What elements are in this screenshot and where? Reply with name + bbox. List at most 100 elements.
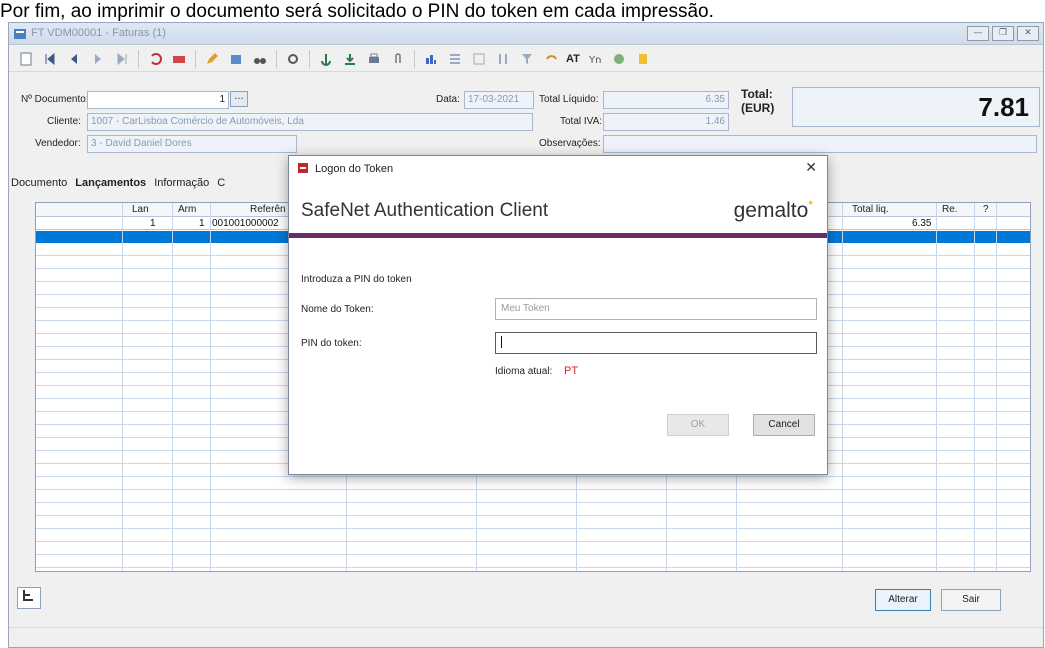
token-name-field[interactable]: Meu Token	[495, 298, 817, 320]
client-field[interactable]: 1007 - CarLisboa Comércio de Automóveis,…	[87, 113, 533, 131]
token-logon-dialog: Logon do Token ✕ SafeNet Authentication …	[288, 155, 828, 475]
col-total-liq[interactable]: Total liq.	[852, 203, 889, 217]
total-value: 7.81	[978, 92, 1029, 122]
tab-lancamentos[interactable]: Lançamentos	[75, 175, 146, 191]
doc-number-field[interactable]: 1	[87, 91, 229, 109]
safenet-icon	[297, 162, 309, 177]
tree-view-icon[interactable]	[17, 587, 41, 609]
brand-text: gemalto	[733, 199, 809, 222]
cell-lan: 1	[150, 218, 156, 229]
chart-icon[interactable]	[420, 49, 442, 69]
cell-arm: 1	[199, 218, 205, 229]
export-icon[interactable]	[225, 49, 247, 69]
download-icon[interactable]	[339, 49, 361, 69]
status-bar	[9, 627, 1043, 647]
grid-col-divider	[122, 203, 123, 571]
total-currency: (EUR)	[741, 101, 775, 115]
alterar-button[interactable]: Alterar	[875, 589, 931, 611]
cancel-button[interactable]: Cancel	[753, 414, 815, 436]
cell-total-liq: 6.35	[912, 218, 932, 229]
col-q[interactable]: ?	[983, 203, 989, 217]
grid-icon[interactable]	[468, 49, 490, 69]
gemalto-logo: gemalto*	[734, 198, 813, 223]
ok-button[interactable]: OK	[667, 414, 729, 436]
pin-input[interactable]	[495, 332, 817, 354]
doc-number-label: Nº Documento:	[21, 94, 89, 105]
date-label: Data:	[436, 94, 460, 105]
columns-icon[interactable]	[492, 49, 514, 69]
window-titlebar: FT VDM00001 - Faturas (1) — ❐ ✕	[9, 23, 1043, 45]
toolbar-separator	[276, 49, 277, 68]
grid-col-divider	[842, 203, 843, 571]
previous-record-icon[interactable]	[63, 49, 85, 69]
undo-icon[interactable]	[144, 49, 166, 69]
dialog-header: SafeNet Authentication Client gemalto*	[289, 192, 827, 230]
at-menu[interactable]: AT	[564, 53, 582, 65]
tab-c[interactable]: C	[217, 175, 225, 191]
tab-documento[interactable]: Documento	[11, 175, 67, 191]
print-icon[interactable]	[363, 49, 385, 69]
seller-field[interactable]: 3 - David Daniel Dores	[87, 135, 297, 153]
payment-icon[interactable]	[168, 49, 190, 69]
dialog-close-icon[interactable]: ✕	[805, 160, 817, 176]
grid-col-divider	[936, 203, 937, 571]
dialog-title: Logon do Token	[315, 163, 394, 175]
total-label: Total: (EUR)	[741, 87, 791, 115]
tab-informacao[interactable]: Informação	[154, 175, 209, 191]
language-value[interactable]: PT	[564, 365, 578, 377]
grid-col-divider	[974, 203, 975, 571]
total-title: Total:	[741, 87, 773, 101]
minimize-button[interactable]: —	[967, 26, 989, 41]
window-title: FT VDM00001 - Faturas (1)	[31, 27, 166, 39]
doc-number-lookup-button[interactable]: ...	[230, 91, 248, 107]
attach-icon[interactable]	[387, 49, 409, 69]
total-iva-label: Total IVA:	[560, 116, 603, 127]
edit-icon[interactable]	[201, 49, 223, 69]
cell-ref: 001001000002	[212, 218, 279, 229]
highlight-icon[interactable]	[632, 49, 654, 69]
main-toolbar: AT Yn	[9, 46, 1043, 72]
tab-bar: Documento Lançamentos Informação C	[11, 175, 225, 191]
col-lan[interactable]: Lan	[132, 203, 149, 217]
grid-col-divider	[996, 203, 997, 571]
total-iva-field: 1.46	[603, 113, 729, 131]
total-liquid-field: 6.35	[603, 91, 729, 109]
grid-col-divider	[210, 203, 211, 571]
dialog-accent-bar	[289, 233, 827, 238]
close-button[interactable]: ✕	[1017, 26, 1039, 41]
pin-label: PIN do token:	[301, 338, 362, 349]
app-icon	[14, 29, 26, 39]
caption-text: Por fim, ao imprimir o documento será so…	[0, 1, 714, 22]
translate-icon[interactable]: Yn	[584, 49, 606, 69]
filter-icon[interactable]	[516, 49, 538, 69]
last-record-icon[interactable]	[111, 49, 133, 69]
anchor-icon[interactable]	[315, 49, 337, 69]
dialog-header-text: SafeNet Authentication Client	[301, 200, 549, 221]
seller-label: Vendedor:	[35, 138, 81, 149]
grid-col-divider	[172, 203, 173, 571]
undo-arrow-icon[interactable]	[540, 49, 562, 69]
toolbar-separator	[138, 49, 139, 68]
notes-field[interactable]	[603, 135, 1037, 153]
globe-icon[interactable]	[608, 49, 630, 69]
first-record-icon[interactable]	[39, 49, 61, 69]
sair-button[interactable]: Sair	[941, 589, 1001, 611]
col-arm[interactable]: Arm	[178, 203, 196, 217]
list-icon[interactable]	[444, 49, 466, 69]
client-label: Cliente:	[47, 116, 81, 127]
total-liquid-label: Total Líquido:	[539, 94, 599, 105]
toolbar-separator	[195, 49, 196, 68]
brand-mark: *	[808, 198, 813, 212]
language-label: Idioma atual:	[495, 366, 553, 377]
new-document-icon[interactable]	[15, 49, 37, 69]
maximize-button[interactable]: ❐	[992, 26, 1014, 41]
dialog-intro: Introduza a PIN do token	[301, 274, 412, 285]
binoculars-icon[interactable]	[249, 49, 271, 69]
tools-icon[interactable]	[282, 49, 304, 69]
date-field[interactable]: 17-03-2021	[464, 91, 534, 109]
col-ref[interactable]: Referên	[250, 203, 286, 217]
toolbar-separator	[309, 49, 310, 68]
col-re[interactable]: Re.	[942, 203, 958, 217]
token-name-label: Nome do Token:	[301, 304, 374, 315]
next-record-icon[interactable]	[87, 49, 109, 69]
